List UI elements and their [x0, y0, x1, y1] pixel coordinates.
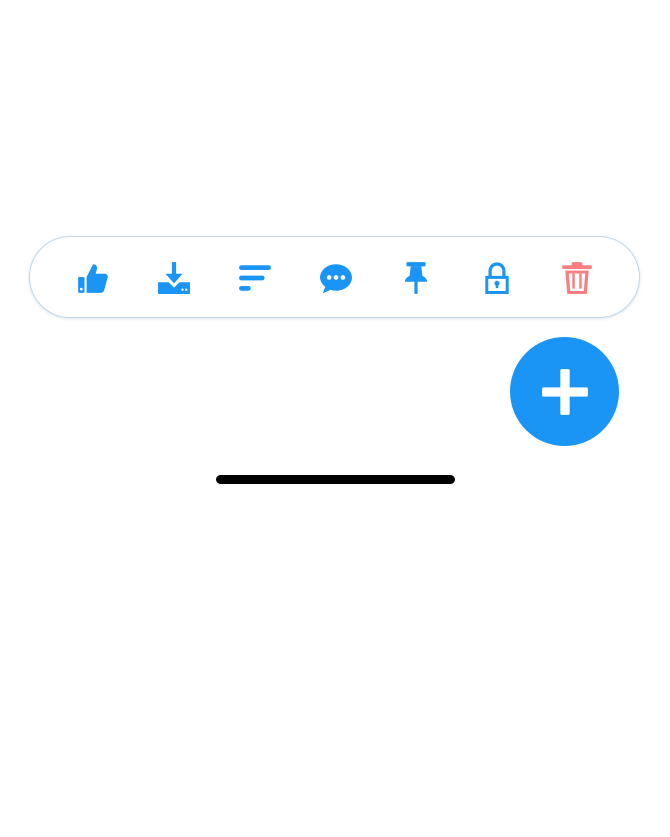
lock-icon: [485, 262, 509, 294]
screen: [0, 0, 670, 837]
sort-lines-icon: [239, 265, 271, 291]
comment-button[interactable]: [316, 258, 356, 298]
trash-icon: [562, 262, 592, 294]
pin-icon: [404, 262, 428, 294]
delete-button[interactable]: [557, 258, 597, 298]
plus-icon: [541, 368, 588, 415]
home-indicator[interactable]: [216, 475, 455, 484]
like-button[interactable]: [73, 258, 113, 298]
download-icon: [158, 262, 190, 294]
thumbs-up-icon: [78, 264, 108, 293]
chat-bubble-icon: [320, 264, 352, 294]
pin-button[interactable]: [396, 258, 436, 298]
add-button[interactable]: [510, 337, 619, 446]
sort-button[interactable]: [235, 258, 275, 298]
action-toolbar: [29, 236, 640, 318]
lock-button[interactable]: [477, 258, 517, 298]
download-button[interactable]: [154, 258, 194, 298]
